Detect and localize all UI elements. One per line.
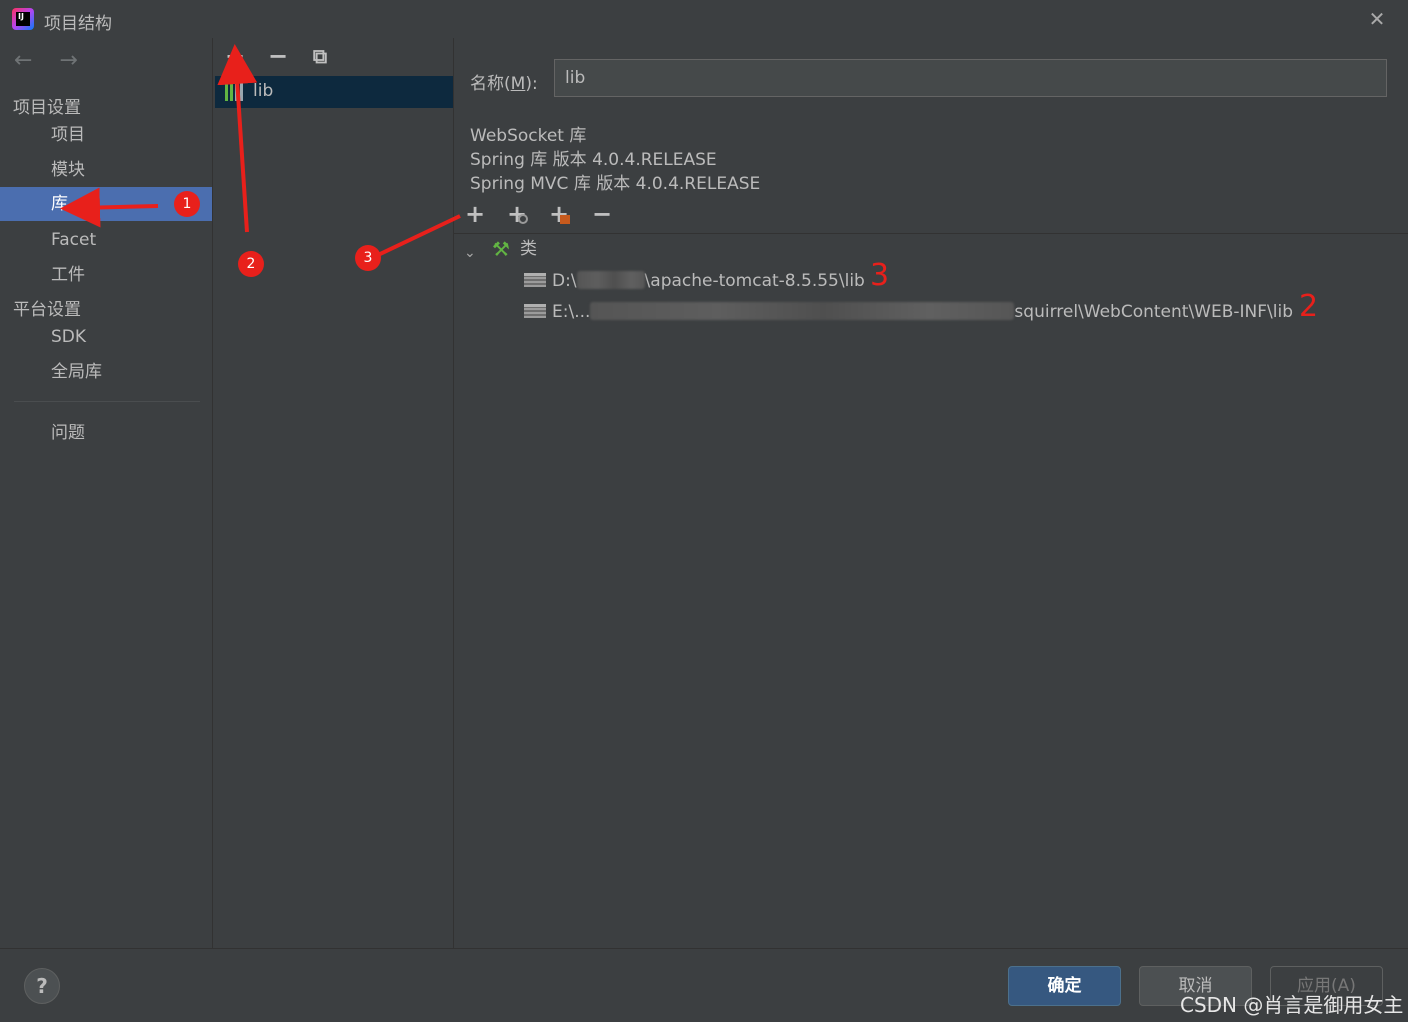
ok-button[interactable]: 确定 (1008, 966, 1121, 1006)
library-list-panel: + − ⧉ lib (212, 38, 453, 948)
annotation-circle-2: 2 (238, 251, 264, 277)
add-class-icon[interactable]: + (462, 202, 488, 228)
csdn-watermark: CSDN @肖言是御用女主 (1180, 993, 1404, 1017)
tree-entry-webinf-lib[interactable]: E:\... squirrel\WebContent\WEB-INF\lib (524, 297, 1293, 327)
remove-class-icon[interactable]: − (589, 202, 615, 228)
forward-arrow-icon[interactable]: → (59, 48, 87, 76)
intellij-logo-icon: IJ (12, 8, 34, 30)
back-arrow-icon[interactable]: ← (14, 48, 42, 76)
name-input[interactable]: lib (554, 59, 1387, 97)
copy-icon[interactable]: ⧉ (307, 44, 333, 70)
library-icon (225, 83, 247, 101)
description-spring-mvc: Spring MVC 库 版本 4.0.4.RELEASE (470, 174, 761, 194)
classes-tree: ⌄ ⚒ 类 D:\ \apache-tomcat-8.5.55\lib E:\..… (454, 233, 1408, 946)
close-icon[interactable]: ✕ (1366, 8, 1388, 30)
library-item-lib[interactable]: lib (215, 76, 453, 108)
dialog-footer: ? 确定 取消 应用(A) CSDN @肖言是御用女主 (0, 948, 1408, 1022)
tree-entry-tomcat-lib[interactable]: D:\ \apache-tomcat-8.5.55\lib (524, 266, 865, 296)
redacted-path (590, 302, 1015, 320)
sidebar-item-problems[interactable]: 问题 (0, 416, 212, 450)
tree-toolbar: + + + − (454, 198, 1408, 232)
annotation-mark-3: 3 (870, 258, 890, 293)
hammer-icon: ⚒ (492, 237, 510, 261)
tree-node-classes-label: 类 (520, 239, 537, 259)
app-icon-text: IJ (16, 12, 30, 26)
title-bar: IJ 项目结构 ✕ (0, 0, 1408, 38)
window-title: 项目结构 (44, 14, 112, 34)
folder-icon (524, 304, 546, 318)
annotation-circle-3: 3 (355, 245, 381, 271)
folder-icon (524, 273, 546, 287)
help-button[interactable]: ? (24, 968, 60, 1004)
annotation-mark-2: 2 (1299, 289, 1319, 324)
sidebar-item-global-libraries[interactable]: 全局库 (0, 355, 212, 389)
sidebar-item-project[interactable]: 项目 (0, 118, 212, 152)
project-settings-header: 项目设置 (13, 98, 81, 118)
redacted-path (576, 271, 645, 289)
nav-arrows: ← → (14, 48, 99, 76)
name-label: 名称(M): (470, 74, 538, 94)
description-websocket: WebSocket 库 (470, 126, 587, 146)
library-item-label: lib (253, 81, 274, 101)
sidebar-item-sdks[interactable]: SDK (0, 320, 212, 354)
add-icon[interactable]: + (222, 44, 248, 70)
library-list-toolbar: + − ⧉ (213, 38, 454, 76)
settings-sidebar: ← → 项目设置 项目 模块 库 Facet 工件 平台设置 SDK 全局库 问… (0, 38, 212, 948)
platform-settings-header: 平台设置 (13, 300, 81, 320)
sidebar-item-artifacts[interactable]: 工件 (0, 258, 212, 292)
remove-icon[interactable]: − (265, 44, 291, 70)
add-web-icon[interactable]: + (504, 202, 530, 228)
sidebar-item-facets[interactable]: Facet (0, 223, 212, 257)
description-spring: Spring 库 版本 4.0.4.RELEASE (470, 150, 717, 170)
library-detail-panel: 名称(M): lib WebSocket 库 Spring 库 版本 4.0.4… (453, 38, 1408, 948)
annotation-circle-1: 1 (174, 191, 200, 217)
sidebar-item-modules[interactable]: 模块 (0, 153, 212, 187)
tree-node-classes[interactable]: ⌄ ⚒ 类 (454, 234, 654, 264)
sidebar-divider (14, 401, 200, 402)
chevron-down-icon[interactable]: ⌄ (464, 238, 478, 261)
add-jar-icon[interactable]: + (546, 202, 572, 228)
